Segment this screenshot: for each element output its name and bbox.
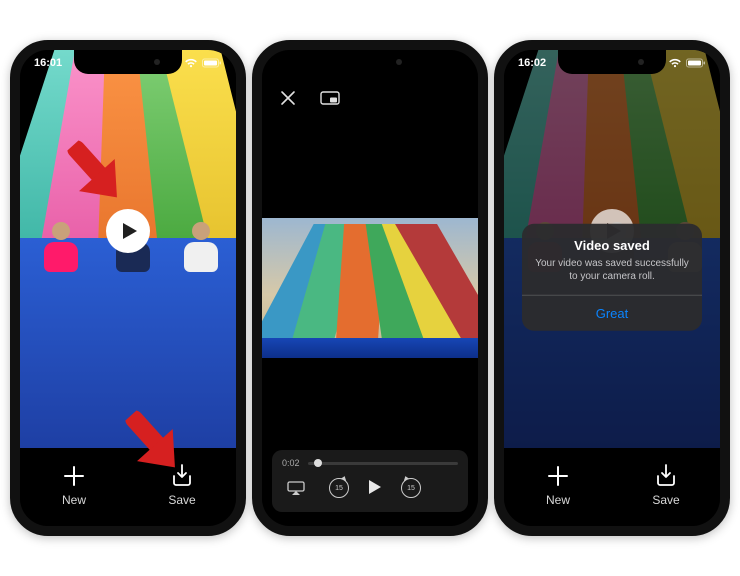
save-label: Save [652,493,679,507]
plus-icon [63,463,85,489]
battery-icon [686,58,706,68]
play-button[interactable] [106,209,150,253]
alert-title: Video saved [534,238,690,253]
new-label: New [546,493,570,507]
notch [316,50,424,74]
video-saved-alert: Video saved Your video was saved success… [522,224,702,331]
phone-screenshot-2: 0:02 15 15 [252,40,488,536]
bottom-toolbar: New Save [504,448,720,522]
skip-forward-button[interactable]: 15 [401,478,421,498]
play-button[interactable] [367,479,383,497]
player-top-bar [262,80,478,116]
notch [558,50,666,74]
airplay-button[interactable] [282,474,310,502]
alert-message: Your video was saved successfully to you… [534,257,690,283]
close-button[interactable] [274,84,302,112]
notch [74,50,182,74]
save-button[interactable]: Save [636,463,696,507]
seek-knob[interactable] [314,459,322,467]
new-button[interactable]: New [44,463,104,507]
phone-screenshot-1: 16:01 [10,40,246,536]
video-player-viewport[interactable] [262,218,478,358]
skip-back-button[interactable]: 15 [329,478,349,498]
battery-icon [202,58,222,68]
video-preview[interactable] [20,50,236,448]
plus-icon [547,463,569,489]
player-controls: 0:02 15 15 [272,450,468,512]
save-label: Save [168,493,195,507]
save-icon [655,463,677,489]
wifi-icon [668,58,682,68]
seek-track[interactable] [308,462,458,465]
phone-screenshot-3: 16:02 [494,40,730,536]
alert-confirm-button[interactable]: Great [522,295,702,331]
wifi-icon [184,58,198,68]
current-time: 0:02 [282,458,300,468]
new-button[interactable]: New [528,463,588,507]
pip-button[interactable] [316,84,344,112]
video-frame-image [262,218,478,358]
seek-bar[interactable]: 0:02 [282,458,458,468]
new-label: New [62,493,86,507]
